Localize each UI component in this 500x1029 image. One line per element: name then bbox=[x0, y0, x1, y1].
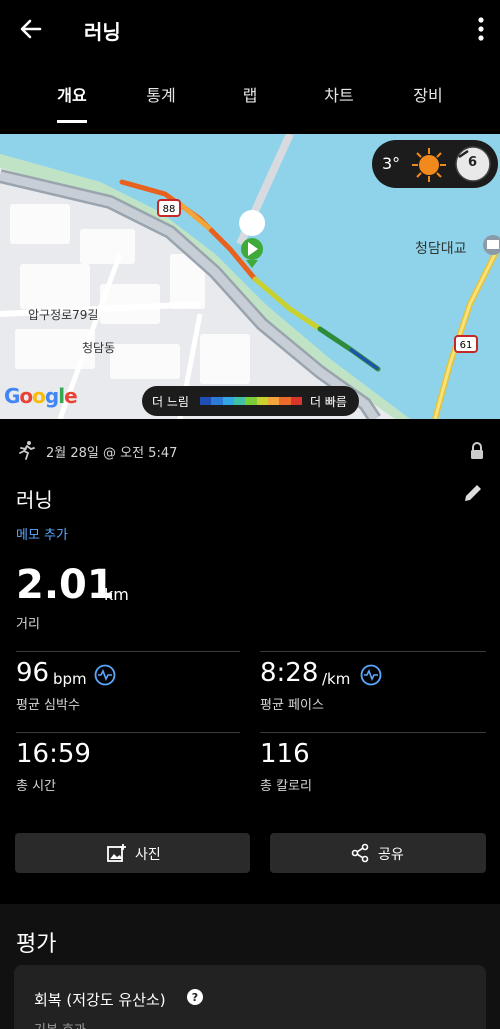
divider bbox=[16, 651, 240, 652]
neighborhood-label: 청담동 bbox=[82, 341, 116, 355]
tab-gear[interactable]: 장비 bbox=[413, 82, 442, 106]
divider bbox=[16, 732, 240, 733]
training-effect-subtitle: 기본 효과 bbox=[34, 1019, 86, 1029]
total-time-label: 총 시간 bbox=[16, 779, 57, 794]
edit-pencil-icon[interactable] bbox=[462, 482, 484, 504]
training-effect-title: 회복 (저강도 유산소) bbox=[34, 991, 166, 1009]
road-88-shield: 88 bbox=[163, 204, 176, 215]
tab-overview[interactable]: 개요 bbox=[57, 82, 86, 106]
share-label: 공유 bbox=[378, 847, 404, 863]
pace-zone-icon[interactable] bbox=[360, 664, 382, 686]
evaluation-section: 평가 회복 (저강도 유산소) ? 기본 효과 bbox=[0, 904, 500, 1029]
google-logo: Google bbox=[4, 384, 78, 408]
distance-label: 거리 bbox=[16, 617, 40, 632]
running-icon bbox=[19, 441, 35, 460]
total-calories-label: 총 칼로리 bbox=[260, 779, 312, 794]
avg-heart-rate-label: 평균 심박수 bbox=[16, 698, 80, 713]
divider bbox=[260, 732, 486, 733]
avg-heart-rate-unit: bpm bbox=[53, 670, 87, 688]
add-photo-icon bbox=[107, 844, 126, 862]
tab-laps[interactable]: 랩 bbox=[243, 82, 258, 106]
add-photo-label: 사진 bbox=[135, 847, 161, 863]
pace-color-scale bbox=[200, 397, 302, 405]
add-photo-button[interactable]: 사진 bbox=[15, 833, 250, 873]
avg-pace-value: 8:28 bbox=[260, 658, 319, 688]
wind-speed-text: 6 bbox=[468, 155, 478, 170]
more-vertical-icon[interactable] bbox=[476, 16, 486, 42]
distance-value: 2.01 bbox=[16, 562, 115, 608]
pace-fast-label: 더 빠름 bbox=[310, 395, 347, 409]
tab-charts[interactable]: 차트 bbox=[324, 82, 353, 106]
share-button[interactable]: 공유 bbox=[270, 833, 486, 873]
evaluation-title: 평가 bbox=[16, 932, 57, 957]
training-effect-card[interactable]: 회복 (저강도 유산소) ? 기본 효과 bbox=[14, 965, 486, 1029]
tab-stats[interactable]: 통계 bbox=[146, 82, 175, 106]
tab-bar: 개요 통계 랩 차트 장비 bbox=[0, 72, 500, 123]
route-map[interactable]: 88 61 청담대교 압구정로79길 청담동 3° 6 더 느림 더 빠름 Go… bbox=[0, 134, 500, 419]
weather-badge: 3° 6 bbox=[372, 140, 498, 188]
add-memo-link[interactable]: 메모 추가 bbox=[16, 524, 68, 543]
lock-icon[interactable] bbox=[470, 442, 484, 460]
total-calories-value: 116 bbox=[260, 739, 310, 769]
temperature-text: 3° bbox=[382, 154, 401, 173]
svg-text:?: ? bbox=[192, 991, 198, 1004]
total-time-value: 16:59 bbox=[16, 739, 91, 769]
activity-date: 2월 28일 @ 오전 5:47 bbox=[46, 446, 178, 461]
active-tab-indicator bbox=[57, 120, 87, 123]
sun-icon bbox=[412, 148, 446, 182]
avg-heart-rate-value: 96 bbox=[16, 658, 50, 688]
street-label: 압구정로79길 bbox=[28, 308, 99, 322]
avg-pace-label: 평균 페이스 bbox=[260, 698, 324, 713]
road-61-shield: 61 bbox=[460, 340, 473, 351]
activity-date-row: 2월 28일 @ 오전 5:47 bbox=[16, 440, 486, 462]
heart-rate-zone-icon[interactable] bbox=[94, 664, 116, 686]
help-icon[interactable]: ? bbox=[186, 988, 204, 1006]
divider bbox=[260, 651, 486, 652]
distance-unit: km bbox=[104, 585, 129, 604]
page-title: 러닝 bbox=[84, 20, 121, 44]
arrow-left-icon[interactable] bbox=[16, 14, 46, 44]
pace-legend: 더 느림 더 빠름 bbox=[142, 386, 359, 416]
avg-pace-unit: /km bbox=[322, 670, 351, 688]
activity-name: 러닝 bbox=[16, 488, 53, 512]
share-icon bbox=[351, 843, 369, 863]
bridge-label: 청담대교 bbox=[415, 241, 467, 257]
top-app-bar: 러닝 bbox=[0, 0, 500, 60]
pace-slow-label: 더 느림 bbox=[152, 395, 189, 409]
